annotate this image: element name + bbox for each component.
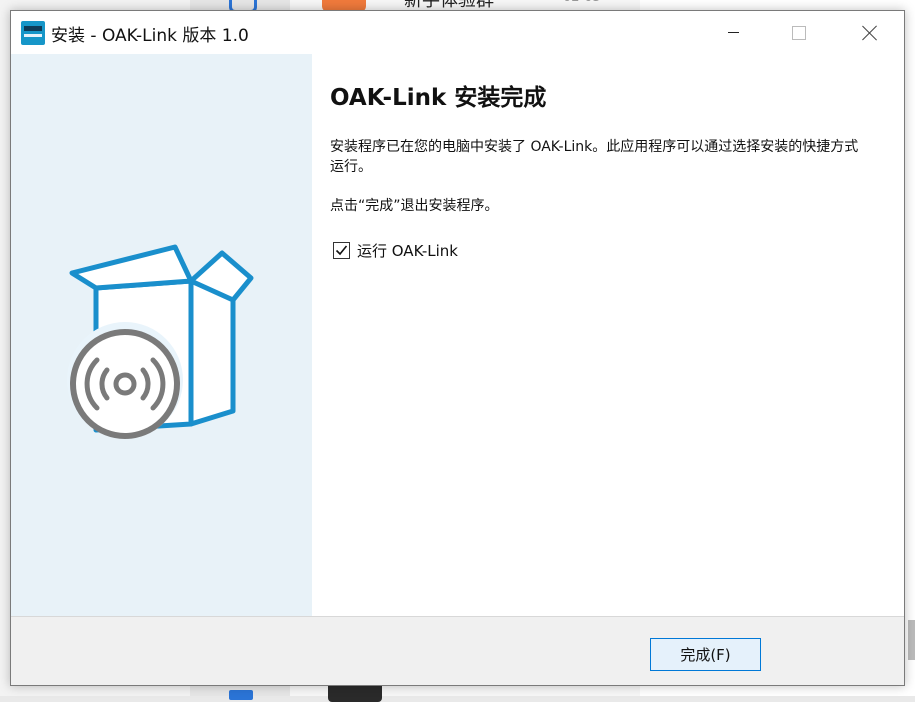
exit-instruction: 点击“完成”退出安装程序。 (330, 198, 499, 214)
completion-message: 安装程序已在您的电脑中安装了 OAK-Link。此应用程序可以通过选择安装的快捷… (330, 139, 859, 175)
page-title: OAK-Link 安装完成 (330, 85, 547, 111)
close-button[interactable] (847, 11, 893, 54)
run-app-label[interactable]: 运行 OAK-Link (357, 240, 458, 261)
installer-window: 安装 - OAK-Link 版本 1.0 OAK-Link 安装完成 安装程序已… (10, 10, 905, 686)
background-chat-date: 02-05 (563, 0, 601, 5)
minimize-button[interactable] (710, 11, 756, 54)
footer: 完成(F) (11, 617, 904, 685)
title-bar[interactable]: 安装 - OAK-Link 版本 1.0 (11, 11, 904, 54)
run-app-option[interactable]: 运行 OAK-Link (333, 238, 458, 262)
close-icon (862, 25, 878, 41)
minimize-icon (727, 32, 739, 33)
install-box-illustration-icon (67, 244, 254, 439)
run-app-checkbox[interactable] (333, 241, 350, 259)
background-folder-icon (229, 690, 253, 700)
finish-button[interactable]: 完成(F) (650, 638, 761, 671)
background-scroll-edge (908, 620, 915, 660)
oak-link-icon (21, 21, 45, 45)
content-pane: OAK-Link 安装完成 安装程序已在您的电脑中安装了 OAK-Link。此应… (312, 54, 904, 616)
checkmark-icon (335, 244, 348, 255)
window-title: 安装 - OAK-Link 版本 1.0 (51, 26, 249, 46)
side-panel (11, 54, 312, 616)
maximize-button[interactable] (776, 11, 822, 54)
maximize-icon (792, 25, 806, 40)
